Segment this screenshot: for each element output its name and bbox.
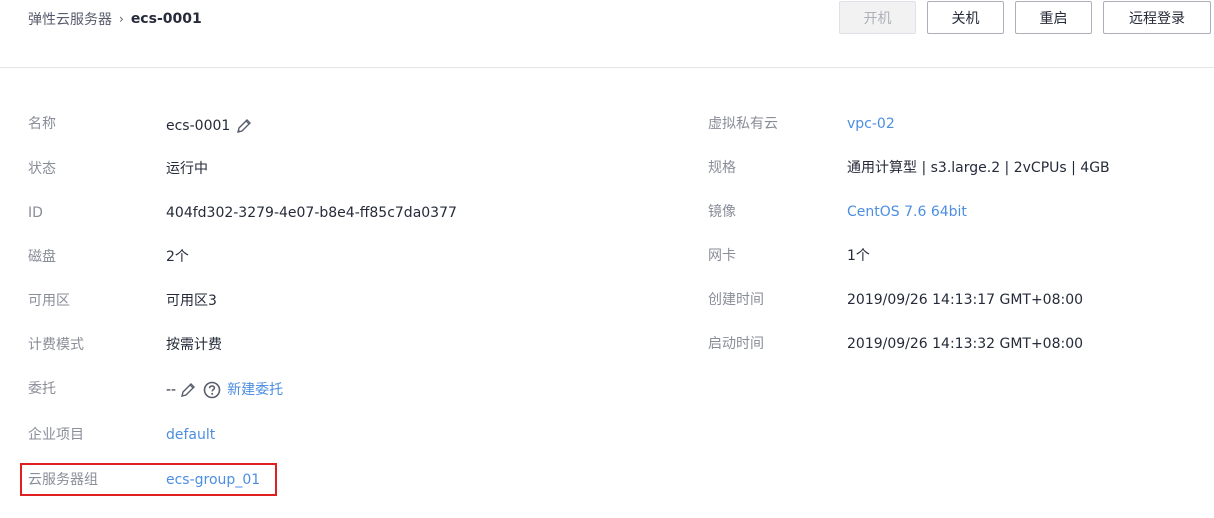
nic-value: 1个: [847, 248, 870, 264]
id-value: 404fd302-3279-4e07-b8e4-ff85c7da0377: [166, 205, 457, 221]
project-link[interactable]: default: [166, 425, 215, 445]
agency-value: --: [166, 382, 177, 398]
billing-value: 按需计费: [166, 337, 222, 353]
start-button[interactable]: 开机: [839, 1, 916, 34]
billing-label: 计费模式: [28, 337, 84, 353]
nic-label: 网卡: [708, 248, 736, 264]
server-group-label: 云服务器组: [28, 472, 98, 488]
az-value: 可用区3: [166, 293, 217, 309]
image-label: 镜像: [708, 204, 736, 220]
breadcrumb: 弹性云服务器 › ecs-0001: [28, 9, 202, 29]
page-header: 弹性云服务器 › ecs-0001 开机 关机 重启 远程登录: [0, 0, 1214, 68]
vpc-label: 虚拟私有云: [708, 116, 778, 132]
flavor-label: 规格: [708, 160, 736, 176]
remote-login-button[interactable]: 远程登录: [1103, 1, 1211, 34]
help-icon[interactable]: [203, 381, 221, 399]
vpc-link[interactable]: vpc-02: [847, 114, 895, 134]
breadcrumb-separator: ›: [119, 12, 124, 26]
created-time-value: 2019/09/26 14:13:17 GMT+08:00: [847, 292, 1084, 308]
status-value: 运行中: [166, 161, 208, 177]
agency-label: 委托: [28, 381, 56, 397]
agency-value-row: -- 新建委托: [166, 380, 283, 400]
name-label: 名称: [28, 116, 56, 132]
name-value: ecs-0001: [166, 118, 231, 134]
stop-button[interactable]: 关机: [927, 1, 1004, 34]
disk-value: 2个: [166, 249, 189, 265]
breadcrumb-current: ecs-0001: [130, 11, 202, 27]
name-value-row: ecs-0001: [166, 116, 253, 136]
project-label: 企业项目: [28, 427, 84, 443]
id-label: ID: [28, 205, 43, 221]
restart-button[interactable]: 重启: [1015, 1, 1092, 34]
status-label: 状态: [28, 161, 56, 177]
server-group-link[interactable]: ecs-group_01: [166, 470, 260, 490]
launched-time-label: 启动时间: [708, 336, 764, 352]
create-agency-link[interactable]: 新建委托: [227, 380, 283, 400]
flavor-value: 通用计算型 | s3.large.2 | 2vCPUs | 4GB: [847, 160, 1110, 176]
created-time-label: 创建时间: [708, 292, 764, 308]
edit-agency-pencil-icon[interactable]: [179, 381, 197, 399]
edit-name-pencil-icon[interactable]: [235, 117, 253, 135]
disk-label: 磁盘: [28, 249, 56, 265]
breadcrumb-parent-link[interactable]: 弹性云服务器: [28, 9, 112, 29]
az-label: 可用区: [28, 293, 70, 309]
launched-time-value: 2019/09/26 14:13:32 GMT+08:00: [847, 336, 1084, 352]
image-link[interactable]: CentOS 7.6 64bit: [847, 202, 967, 222]
